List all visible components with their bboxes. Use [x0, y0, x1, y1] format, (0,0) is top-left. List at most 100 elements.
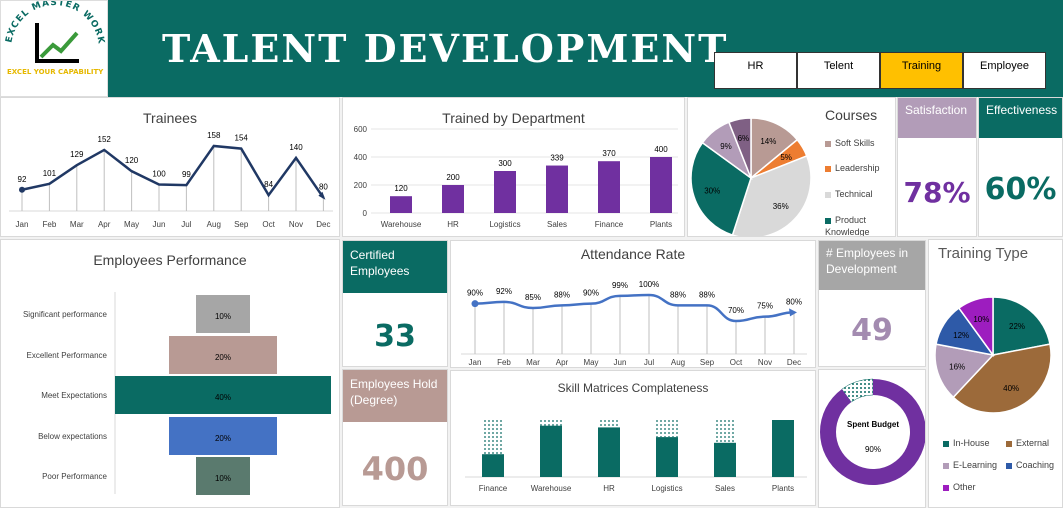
courses-slice-label: 5%: [780, 153, 792, 162]
budget-spent-segment: [820, 379, 925, 485]
attendance-data-label: 75%: [757, 302, 773, 311]
dept-data-label: 370: [602, 149, 616, 158]
performance-value-label: 10%: [215, 474, 231, 483]
performance-category-label: Significant performance: [23, 310, 108, 319]
skill-bar: [714, 442, 736, 477]
skill-remainder-bar: [482, 420, 504, 455]
budget-title: Spent Budget: [847, 420, 899, 429]
attendance-chart: 90% Jan 92% Feb 85% Mar 88% Apr 90% May 99% Jun 100%…: [461, 280, 807, 367]
courses-slice-label: 6%: [738, 134, 750, 143]
satisfaction-value: 78%: [903, 176, 971, 209]
training-type-legend-item: E-Learning: [943, 460, 997, 470]
trainees-data-label: 100: [152, 169, 166, 178]
legend-swatch: [943, 484, 949, 491]
trainees-data-label: 80: [319, 183, 328, 192]
trainees-data-label: 140: [289, 143, 303, 152]
dept-ytick: 600: [354, 125, 368, 134]
legend-swatch: [943, 462, 949, 469]
performance-value-label: 20%: [215, 353, 231, 362]
attendance-data-label: 99%: [612, 281, 628, 290]
attendance-line: [474, 293, 795, 323]
skill-bar: [540, 425, 562, 477]
courses-panel: Courses 14% 5% 36% 30% 9% 6% Soft Skills Leade…: [687, 97, 896, 237]
skill-bar: [772, 420, 794, 477]
training-type-legend-item: External: [1006, 438, 1049, 448]
certified-value: 33: [374, 319, 416, 354]
skill-category-label: HR: [603, 484, 615, 493]
attendance-month-label: Jun: [614, 358, 627, 367]
courses-slice-label: 14%: [760, 137, 776, 146]
skill-remainder-bar: [714, 420, 736, 443]
legend-swatch: [1006, 462, 1012, 469]
courses-slice-label: 36%: [773, 202, 789, 211]
trainees-month-label: Apr: [98, 220, 111, 229]
tab-employee[interactable]: Employee: [963, 52, 1046, 89]
development-label: # Employees in Development: [819, 241, 925, 290]
trainees-month-label: Mar: [70, 220, 84, 229]
courses-legend-item: Technical: [825, 188, 893, 200]
skill-category-label: Logistics: [651, 484, 682, 493]
dept-data-label: 200: [446, 173, 460, 182]
performance-category-label: Below expectations: [38, 432, 107, 441]
courses-legend-label: Soft Skills: [835, 138, 875, 148]
attendance-month-label: Sep: [700, 358, 715, 367]
attendance-data-label: 80%: [786, 297, 802, 306]
dept-bar: [598, 161, 620, 213]
attendance-data-label: 88%: [554, 290, 570, 299]
trainees-month-label: Feb: [43, 220, 57, 229]
tab-hr[interactable]: HR: [714, 52, 797, 89]
performance-category-label: Excellent Performance: [27, 351, 108, 360]
training-type-legend-label: E-Learning: [953, 460, 998, 470]
legend-swatch: [825, 217, 831, 224]
courses-legend-item: Soft Skills: [825, 137, 893, 149]
dept-ytick: 0: [363, 209, 368, 218]
dept-ytick: 400: [354, 153, 368, 162]
dept-panel: Trained by Department 0 200 400 600 120 Wareh…: [342, 97, 685, 237]
attendance-data-label: 88%: [670, 290, 686, 299]
logo: EXCEL MASTER WORK EXCEL YOUR CAPABILITY: [0, 0, 108, 97]
dept-bar: [390, 196, 412, 213]
satisfaction-label: Satisfaction: [898, 98, 976, 138]
development-card: # Employees in Development 49: [818, 240, 926, 367]
courses-legend-item: Leadership: [825, 162, 893, 174]
attendance-data-label: 90%: [467, 289, 483, 298]
attendance-month-label: Feb: [497, 358, 511, 367]
attendance-month-label: May: [583, 358, 598, 367]
training-type-legend-label: Coaching: [1016, 460, 1055, 470]
skill-panel: Skill Matrices Complateness Finance Wareh…: [450, 370, 816, 506]
skill-category-label: Plants: [772, 484, 794, 493]
tab-training[interactable]: Training: [880, 52, 963, 89]
performance-value-label: 20%: [215, 434, 231, 443]
skill-bar: [482, 454, 504, 477]
attendance-month-label: Apr: [556, 358, 569, 367]
training-type-legend-label: External: [1016, 438, 1050, 448]
legend-swatch: [943, 440, 949, 447]
attendance-data-label: 88%: [699, 290, 715, 299]
attendance-month-label: Nov: [758, 358, 772, 367]
courses-legend-label: Product Knowledge: [825, 215, 870, 237]
attendance-month-label: Aug: [671, 358, 685, 367]
trainees-panel: Trainees 92 Jan 101 Feb 129 Mar 152 Apr 120 May 10…: [0, 97, 340, 237]
skill-category-label: Sales: [715, 484, 735, 493]
performance-panel: Employees Performance 10% Significant per…: [0, 239, 340, 508]
dept-data-label: 400: [654, 145, 668, 154]
training-type-slice-label: 10%: [973, 315, 989, 324]
courses-legend-item: Product Knowledge: [825, 214, 893, 237]
performance-category-label: Meet Expectations: [41, 391, 107, 400]
skill-remainder-bar: [598, 420, 620, 428]
dept-category-label: Warehouse: [381, 220, 422, 229]
tab-telent[interactable]: Telent: [797, 52, 880, 89]
certified-label: Certified Employees: [343, 241, 447, 293]
training-type-slice-label: 40%: [1003, 384, 1019, 393]
trainees-data-label: 101: [43, 169, 57, 178]
skill-remainder-bar: [656, 420, 678, 438]
page-title: TALENT DEVELOPMENT: [162, 26, 729, 71]
dept-category-label: Finance: [595, 220, 624, 229]
dept-ytick: 200: [354, 181, 368, 190]
courses-legend-label: Leadership: [835, 163, 880, 173]
performance-chart: 10% Significant performance 20% Excellent P…: [23, 292, 331, 495]
trainees-start-marker: [19, 186, 25, 193]
performance-value-label: 10%: [215, 312, 231, 321]
trainees-line: [21, 144, 325, 199]
attendance-month-label: Dec: [787, 358, 801, 367]
